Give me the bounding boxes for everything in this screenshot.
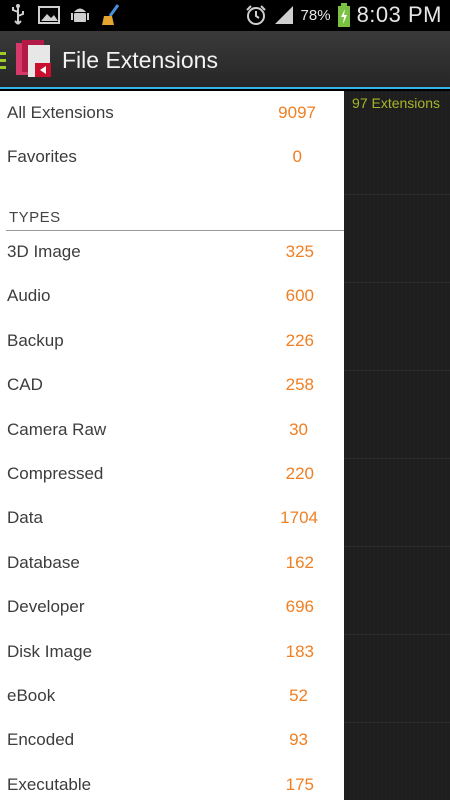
drawer-item-count: 183 (285, 642, 314, 661)
drawer-indicator-icon[interactable] (0, 52, 6, 73)
drawer-item-all-extensions[interactable]: All Extensions 9097 (0, 92, 344, 136)
list-divider (344, 458, 450, 459)
android-icon (71, 8, 89, 22)
action-bar: File Extensions (0, 31, 450, 89)
drawer-item-label: Favorites (7, 147, 77, 166)
drawer-item-label: Compressed (7, 464, 104, 483)
drawer-item-favorites[interactable]: Favorites 0 (0, 136, 344, 180)
status-bar: 78% 8:03 PM (0, 0, 450, 31)
drawer-item-label: Database (7, 553, 80, 572)
app-logo-icon[interactable] (13, 39, 57, 81)
drawer-item-disk-image[interactable]: Disk Image 183 (0, 631, 344, 675)
extensions-count-label: 97 Extensions (352, 95, 440, 111)
list-divider (344, 282, 450, 283)
section-title: TYPES (9, 209, 61, 226)
drawer-item-executable[interactable]: Executable 175 (0, 764, 344, 800)
list-divider (344, 546, 450, 547)
list-divider (344, 722, 450, 723)
drawer-item-data[interactable]: Data 1704 (0, 497, 344, 541)
drawer-item-count: 0 (292, 147, 302, 166)
drawer-item-label: eBook (7, 686, 56, 705)
clock-time: 8:03 PM (356, 2, 442, 27)
drawer-item-count: 162 (285, 553, 314, 572)
drawer-item-count: 9097 (278, 103, 316, 122)
drawer-item-label: CAD (7, 375, 43, 394)
drawer-item-cad[interactable]: CAD 258 (0, 364, 344, 408)
app-title: File Extensions (62, 47, 218, 73)
usb-icon (12, 4, 24, 25)
drawer-item-count: 696 (285, 597, 314, 616)
drawer-item-label: Developer (7, 597, 85, 616)
drawer-item-count: 93 (289, 730, 308, 749)
signal-icon (274, 6, 293, 24)
drawer-item-camera-raw[interactable]: Camera Raw 30 (0, 409, 344, 453)
drawer-item-3d-image[interactable]: 3D Image 325 (0, 231, 344, 275)
drawer-item-count: 1704 (280, 508, 318, 527)
image-icon (38, 6, 60, 24)
list-divider (344, 370, 450, 371)
drawer-item-database[interactable]: Database 162 (0, 542, 344, 586)
drawer-item-label: Data (7, 508, 43, 527)
broom-icon (102, 4, 120, 25)
drawer-item-count: 175 (285, 775, 314, 794)
drawer-item-compressed[interactable]: Compressed 220 (0, 453, 344, 497)
alarm-clock-icon (245, 5, 266, 25)
drawer-item-audio[interactable]: Audio 600 (0, 275, 344, 319)
drawer-item-developer[interactable]: Developer 696 (0, 586, 344, 630)
drawer-item-count: 30 (289, 420, 308, 439)
drawer-item-count: 325 (285, 242, 314, 261)
drawer-item-ebook[interactable]: eBook 52 (0, 675, 344, 719)
drawer-item-count: 226 (285, 331, 314, 350)
section-header-types: TYPES (0, 207, 344, 231)
drawer-item-encoded[interactable]: Encoded 93 (0, 719, 344, 763)
drawer-item-backup[interactable]: Backup 226 (0, 320, 344, 364)
drawer-item-count: 220 (285, 464, 314, 483)
drawer-item-label: Executable (7, 775, 92, 794)
drawer-item-count: 258 (285, 375, 314, 394)
drawer-item-count: 52 (289, 686, 308, 705)
drawer-item-count: 600 (285, 286, 314, 305)
drawer-item-label: Encoded (7, 730, 75, 749)
battery-charging-icon (337, 3, 350, 27)
battery-percent: 78% (300, 6, 331, 24)
drawer-item-label: All Extensions (7, 103, 114, 122)
navigation-drawer: All Extensions 9097 Favorites 0 TYPES 3D… (0, 91, 344, 800)
drawer-item-label: 3D Image (7, 242, 81, 261)
drawer-item-label: Camera Raw (7, 420, 107, 439)
drawer-item-label: Audio (7, 286, 51, 305)
list-divider (344, 634, 450, 635)
drawer-item-label: Backup (7, 331, 64, 350)
list-divider (344, 194, 450, 195)
drawer-item-label: Disk Image (7, 642, 93, 661)
